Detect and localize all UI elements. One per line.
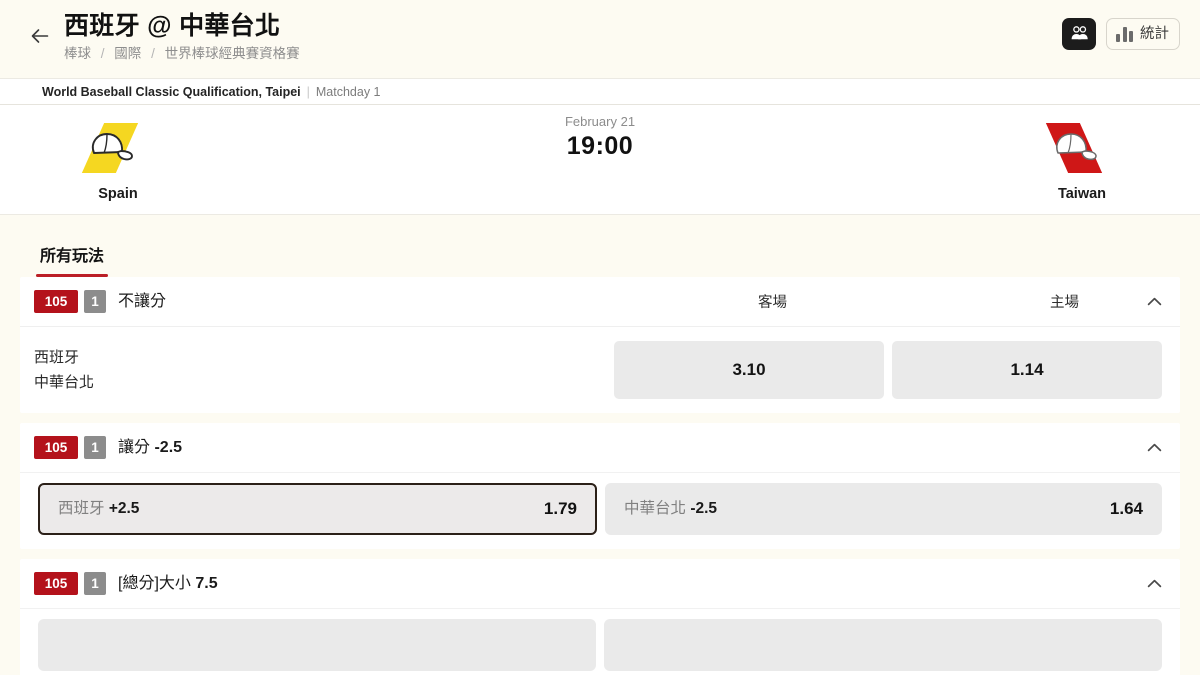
market-body: 西班牙 中華台北 3.10 1.14	[20, 327, 1180, 413]
odds-button-away[interactable]: 3.10	[614, 341, 884, 399]
market-count-badge: 105	[34, 436, 78, 459]
selection-team-home: 中華台北	[624, 500, 687, 517]
market-tabs: 所有玩法	[0, 215, 1200, 277]
competition-name: World Baseball Classic Qualification, Ta…	[42, 84, 301, 99]
arrow-left-icon	[30, 28, 50, 44]
column-header-away: 客場	[758, 295, 787, 311]
chevron-up-icon[interactable]	[1144, 438, 1164, 458]
home-team[interactable]: Taiwan	[982, 115, 1182, 203]
bar-chart-icon	[1116, 26, 1133, 42]
back-button[interactable]	[20, 14, 60, 58]
lineups-button[interactable]	[1062, 18, 1096, 50]
selection-odds-home: 1.64	[1109, 499, 1143, 518]
market-title: 不讓分	[118, 292, 167, 310]
breadcrumb: 棒球 / 國際 / 世界棒球經典賽資格賽	[64, 45, 1062, 63]
page-header: 西班牙 @ 中華台北 棒球 / 國際 / 世界棒球經典賽資格賽 統計	[0, 0, 1200, 78]
market-team-label-home: 中華台北	[34, 374, 95, 391]
selection-button-under[interactable]	[604, 619, 1162, 671]
selection-odds-away: 1.79	[543, 499, 577, 518]
baseball-cap-icon	[1049, 127, 1101, 172]
market-body	[20, 609, 1180, 675]
header-actions: 統計	[1062, 18, 1180, 50]
home-team-name: Taiwan	[1057, 186, 1107, 202]
competition-separator: |	[306, 84, 310, 99]
market-count-badge: 105	[34, 290, 78, 313]
market-number-badge: 1	[84, 290, 106, 313]
market-moneyline: 105 1 不讓分 客場 主場 西班牙 中華台北 3.10 1.14	[20, 277, 1180, 413]
market-line-value: -2.5	[154, 438, 183, 456]
market-line-value: 7.5	[195, 574, 218, 592]
competition-bar: World Baseball Classic Qualification, Ta…	[0, 78, 1200, 105]
breadcrumb-separator: /	[100, 46, 105, 61]
market-team-labels: 西班牙 中華台北	[34, 345, 614, 395]
selection-button-home[interactable]: 中華台北 -2.5 1.64	[605, 483, 1162, 535]
baseball-cap-icon	[85, 127, 137, 172]
market-count-badge: 105	[34, 572, 78, 595]
selection-button-away[interactable]: 西班牙 +2.5 1.79	[38, 483, 597, 535]
odds-group: 3.10 1.14	[614, 341, 1162, 399]
market-header[interactable]: 105 1 讓分 -2.5	[20, 423, 1180, 473]
breadcrumb-item-region[interactable]: 國際	[114, 46, 141, 61]
market-title-text: 讓分	[118, 438, 151, 456]
breadcrumb-item-competition[interactable]: 世界棒球經典賽資格賽	[165, 46, 300, 61]
away-team-logo	[79, 119, 157, 177]
market-number-badge: 1	[84, 436, 106, 459]
selection-handicap-away: +2.5	[108, 500, 140, 517]
match-summary-panel: Spain February 21 19:00 Taiwan	[0, 105, 1200, 215]
away-team[interactable]: Spain	[18, 115, 218, 203]
title-block: 西班牙 @ 中華台北 棒球 / 國際 / 世界棒球經典賽資格賽	[60, 8, 1062, 63]
statistics-button[interactable]: 統計	[1106, 18, 1180, 50]
tab-all-markets[interactable]: 所有玩法	[36, 246, 109, 277]
market-handicap: 105 1 讓分 -2.5 西班牙 +2.5 1.79 中華台北 -2.5 1.…	[20, 423, 1180, 549]
market-body: 西班牙 +2.5 1.79 中華台北 -2.5 1.64	[20, 473, 1180, 549]
market-total: 105 1 [總分]大小 7.5	[20, 559, 1180, 675]
markets-list: 105 1 不讓分 客場 主場 西班牙 中華台北 3.10 1.14 105 1…	[0, 277, 1200, 675]
match-detail-page: 西班牙 @ 中華台北 棒球 / 國際 / 世界棒球經典賽資格賽 統計 World…	[0, 0, 1200, 675]
selection-label-home: 中華台北 -2.5	[624, 499, 717, 519]
chevron-up-icon[interactable]	[1144, 292, 1164, 312]
market-column-headers: 客場 主場	[20, 277, 1180, 326]
page-title: 西班牙 @ 中華台北	[64, 12, 281, 40]
selection-handicap-home: -2.5	[690, 500, 718, 517]
competition-round: Matchday 1	[315, 84, 381, 99]
selection-label-away: 西班牙 +2.5	[58, 499, 139, 519]
selection-team-away: 西班牙	[58, 500, 105, 517]
statistics-button-label: 統計	[1140, 25, 1169, 42]
tab-all-markets-label: 所有玩法	[40, 248, 105, 265]
breadcrumb-item-sport[interactable]: 棒球	[64, 46, 91, 61]
chevron-up-icon[interactable]	[1144, 574, 1164, 594]
odds-button-home[interactable]: 1.14	[892, 341, 1162, 399]
selection-button-over[interactable]	[38, 619, 596, 671]
market-team-label-away: 西班牙	[34, 349, 80, 366]
breadcrumb-separator: /	[151, 46, 155, 61]
market-title-text: [總分]大小	[118, 574, 191, 592]
market-header[interactable]: 105 1 不讓分 客場 主場	[20, 277, 1180, 327]
market-header[interactable]: 105 1 [總分]大小 7.5	[20, 559, 1180, 609]
market-title: [總分]大小 7.5	[118, 573, 218, 595]
people-icon	[1070, 25, 1089, 44]
home-team-logo	[1043, 119, 1121, 177]
market-number-badge: 1	[84, 572, 106, 595]
away-team-name: Spain	[98, 186, 138, 202]
market-title: 讓分 -2.5	[118, 437, 182, 459]
